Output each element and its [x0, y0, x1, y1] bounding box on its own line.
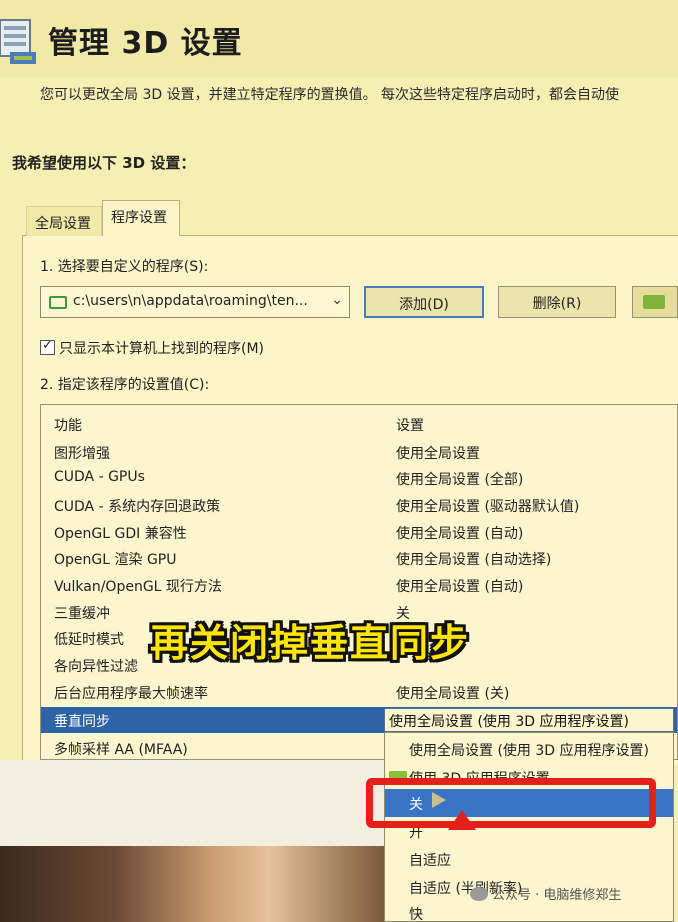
column-header-feature: 功能: [54, 418, 82, 434]
table-row[interactable]: 后台应用程序最大帧速率 使用全局设置 (关): [41, 679, 677, 705]
table-row[interactable]: OpenGL GDI 兼容性 使用全局设置 (自动): [41, 519, 677, 545]
nvidia-control-panel-icon: [0, 19, 36, 64]
watermark-text: 公众号 · 电脑维修郑生: [492, 888, 622, 903]
table-row[interactable]: CUDA - 系统内存回退政策 使用全局设置 (驱动器默认值): [41, 492, 677, 518]
feature-value: 使用全局设置 (自动): [396, 526, 524, 542]
feature-value: 使用全局设置: [396, 446, 480, 462]
feature-name: 图形增强: [54, 446, 110, 462]
mouse-cursor-icon: [432, 792, 446, 808]
title-band: 管理 3D 设置: [0, 0, 678, 78]
nvidia-icon: [643, 295, 665, 309]
feature-name: 各向异性过滤: [54, 659, 138, 675]
feature-name: 垂直同步: [54, 714, 110, 730]
tutorial-caption: 再关闭掉垂直同步: [150, 621, 471, 665]
table-row[interactable]: OpenGL 渲染 GPU 使用全局设置 (自动选择): [41, 545, 677, 571]
highlight-frame: [366, 778, 656, 828]
wechat-icon: [470, 887, 488, 901]
feature-name: Vulkan/OpenGL 现行方法: [54, 579, 222, 595]
feature-name: OpenGL GDI 兼容性: [54, 526, 187, 542]
feature-name: OpenGL 渲染 GPU: [54, 552, 177, 568]
step1-label: 1. 选择要自定义的程序(S):: [40, 259, 209, 275]
highlight-arrow-icon: [448, 810, 476, 830]
show-local-programs-checkbox[interactable]: 只显示本计算机上找到的程序(M): [40, 338, 264, 358]
checkbox-label: 只显示本计算机上找到的程序(M): [59, 341, 265, 357]
tab-global-settings[interactable]: 全局设置: [26, 206, 102, 236]
feature-value: 使用全局设置 (自动选择): [396, 552, 552, 568]
section-label: 我希望使用以下 3D 设置：: [12, 154, 196, 172]
settings-table: 功能 设置 图形增强 使用全局设置 CUDA - GPUs 使用全局设置 (全部) …: [40, 404, 678, 760]
dropdown-option[interactable]: 使用全局设置 (使用 3D 应用程序设置): [385, 735, 673, 763]
dropdown-option[interactable]: 自适应: [385, 845, 673, 873]
vsync-dropdown[interactable]: 使用全局设置 (使用 3D 应用程序设置): [384, 708, 674, 732]
feature-value: 使用全局设置 (驱动器默认值): [396, 499, 580, 515]
add-program-button[interactable]: 添加(D): [364, 286, 484, 318]
page-title: 管理 3D 设置: [48, 26, 243, 61]
blank-strip: [0, 760, 384, 846]
step2-label: 2. 指定该程序的设置值(C):: [40, 377, 210, 393]
program-icon: [49, 296, 67, 309]
table-row[interactable]: CUDA - GPUs 使用全局设置 (全部): [41, 465, 677, 491]
option-label: 使用全局设置 (使用 3D 应用程序设置): [409, 743, 649, 759]
feature-name: 低延时模式: [54, 632, 124, 648]
checkbox-checked-icon[interactable]: [40, 338, 55, 355]
feature-name: 三重缓冲: [54, 606, 110, 622]
page-description: 您可以更改全局 3D 设置，并建立特定程序的置换值。 每次这些特定程序启动时，都…: [40, 87, 620, 103]
feature-name: 多帧采样 AA (MFAA): [54, 742, 188, 758]
feature-value: 使用全局设置 (全部): [396, 472, 524, 488]
watermark: 公众号 · 电脑维修郑生: [470, 884, 621, 903]
feature-name: CUDA - 系统内存回退政策: [54, 499, 221, 515]
tab-program-settings[interactable]: 程序设置: [102, 200, 180, 236]
program-select-value: c:\users\n\appdata\roaming\ten...: [73, 293, 308, 309]
feature-value: 使用全局设置 (关): [396, 686, 510, 702]
feature-value: 使用全局设置 (自动): [396, 579, 524, 595]
chevron-down-icon: ⌄: [331, 292, 343, 308]
option-label: 自适应: [409, 853, 451, 869]
table-header: 功能 设置: [41, 411, 677, 437]
feature-name: CUDA - GPUs: [54, 469, 145, 485]
program-select[interactable]: c:\users\n\appdata\roaming\ten... ⌄: [40, 286, 350, 318]
remove-program-button[interactable]: 删除(R): [498, 286, 616, 318]
restore-button[interactable]: [632, 286, 678, 318]
background-photo: [0, 846, 384, 922]
option-label: 快: [409, 907, 423, 922]
table-row[interactable]: 图形增强 使用全局设置: [41, 439, 677, 465]
feature-name: 后台应用程序最大帧速率: [54, 686, 208, 702]
table-row[interactable]: Vulkan/OpenGL 现行方法 使用全局设置 (自动): [41, 572, 677, 598]
column-header-setting: 设置: [396, 418, 424, 434]
